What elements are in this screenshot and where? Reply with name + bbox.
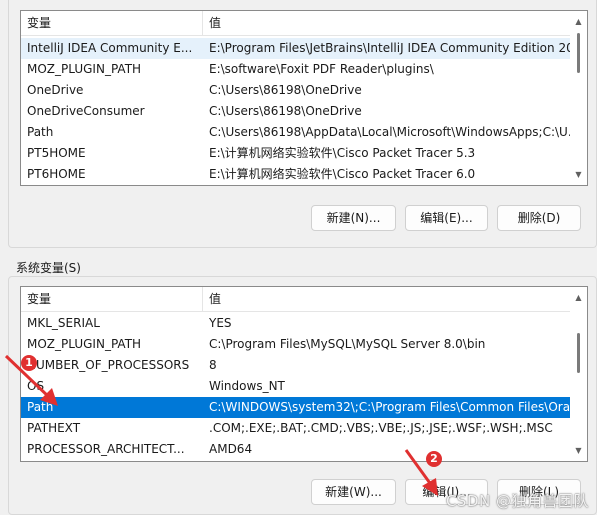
var-name: Path bbox=[27, 125, 54, 139]
var-value: C:\Users\86198\OneDrive bbox=[209, 104, 362, 118]
table-row[interactable]: PT6HOME E:\计算机网络实验软件\Cisco Packet Tracer… bbox=[21, 164, 570, 185]
scroll-down-arrow-icon[interactable]: ▼ bbox=[570, 166, 587, 183]
var-value: AMD64 bbox=[209, 442, 253, 456]
scroll-up-arrow-icon[interactable]: ▲ bbox=[570, 13, 587, 30]
table-row[interactable]: MOZ_PLUGIN_PATH C:\Program Files\MySQL\M… bbox=[21, 334, 570, 355]
var-value: C:\Users\86198\OneDrive bbox=[209, 83, 362, 97]
var-value: YES bbox=[209, 316, 232, 330]
var-value: E:\software\Foxit PDF Reader\plugins\ bbox=[209, 62, 434, 76]
var-name: OneDrive bbox=[27, 83, 84, 97]
table-row-selected[interactable]: Path C:\WINDOWS\system32\;C:\Program Fil… bbox=[21, 397, 570, 418]
var-value: E:\计算机网络实验软件\Cisco Packet Tracer 5.3 bbox=[209, 146, 476, 160]
scrollbar-thumb[interactable] bbox=[577, 333, 580, 373]
system-variables-label: 系统变量(S) bbox=[14, 259, 83, 276]
annotation-marker-1: 1 bbox=[21, 355, 37, 371]
system-new-button[interactable]: 新建(W)... bbox=[311, 479, 396, 505]
var-name: PATHEXT bbox=[27, 421, 81, 435]
watermark: CSDN @独角兽团队 bbox=[445, 492, 589, 510]
var-value: .COM;.EXE;.BAT;.CMD;.VBS;.VBE;.JS;.JSE;.… bbox=[209, 421, 553, 435]
var-name: IntelliJ IDEA Community E... bbox=[27, 41, 193, 55]
annotation-arrow-1-icon bbox=[4, 354, 58, 406]
var-name: OneDriveConsumer bbox=[27, 104, 145, 118]
scroll-up-arrow-icon[interactable]: ▲ bbox=[570, 289, 587, 306]
var-value: C:\Program Files\MySQL\MySQL Server 8.0\… bbox=[209, 337, 486, 351]
table-row[interactable]: MOZ_PLUGIN_PATH E:\software\Foxit PDF Re… bbox=[21, 59, 570, 80]
vertical-scrollbar[interactable]: ▲ ▼ bbox=[570, 11, 587, 185]
scroll-down-arrow-icon[interactable]: ▼ bbox=[570, 442, 587, 459]
table-row[interactable]: PROCESSOR_ARCHITECT... AMD64 bbox=[21, 439, 570, 460]
var-value: C:\WINDOWS\system32\;C:\Program Files\Co… bbox=[209, 400, 570, 414]
table-row[interactable]: NUMBER_OF_PROCESSORS 8 bbox=[21, 355, 570, 376]
table-row[interactable]: OS Windows_NT bbox=[21, 376, 570, 397]
user-delete-button[interactable]: 删除(D) bbox=[497, 205, 581, 231]
var-name: PT6HOME bbox=[27, 167, 86, 181]
annotation-arrow-2-icon bbox=[404, 449, 438, 496]
table-row[interactable]: OneDriveConsumer C:\Users\86198\OneDrive bbox=[21, 101, 570, 122]
table-row[interactable]: OneDrive C:\Users\86198\OneDrive bbox=[21, 80, 570, 101]
var-name: PT5HOME bbox=[27, 146, 86, 160]
column-header-name[interactable]: 变量 bbox=[21, 11, 203, 35]
table-row[interactable]: PT5HOME E:\计算机网络实验软件\Cisco Packet Tracer… bbox=[21, 143, 570, 164]
column-header-name[interactable]: 变量 bbox=[21, 287, 203, 311]
var-value: C:\Users\86198\AppData\Local\Microsoft\W… bbox=[209, 125, 570, 139]
column-header-value[interactable]: 值 bbox=[203, 287, 570, 311]
list-header: 变量 值 bbox=[21, 11, 570, 36]
var-value: E:\计算机网络实验软件\Cisco Packet Tracer 6.0 bbox=[209, 167, 476, 181]
scrollbar-thumb[interactable] bbox=[577, 33, 580, 73]
column-header-value[interactable]: 值 bbox=[203, 11, 570, 35]
user-edit-button[interactable]: 编辑(E)... bbox=[405, 205, 488, 231]
table-row[interactable]: MKL_SERIAL YES bbox=[21, 313, 570, 334]
table-row[interactable]: PATHEXT .COM;.EXE;.BAT;.CMD;.VBS;.VBE;.J… bbox=[21, 418, 570, 439]
system-variables-list[interactable]: 变量 值 MKL_SERIAL YES MOZ_PLUGIN_PATH C:\P… bbox=[20, 286, 588, 462]
var-value: Windows_NT bbox=[209, 379, 285, 393]
user-new-button[interactable]: 新建(N)... bbox=[311, 205, 396, 231]
table-row[interactable]: Path C:\Users\86198\AppData\Local\Micros… bbox=[21, 122, 570, 143]
var-value: E:\Program Files\JetBrains\IntelliJ IDEA… bbox=[209, 41, 570, 55]
var-name: PROCESSOR_ARCHITECT... bbox=[27, 442, 185, 456]
list-header: 变量 值 bbox=[21, 287, 570, 312]
var-name: MOZ_PLUGIN_PATH bbox=[27, 62, 142, 76]
vertical-scrollbar[interactable]: ▲ ▼ bbox=[570, 287, 587, 461]
annotation-marker-2: 2 bbox=[426, 451, 442, 467]
user-variables-list[interactable]: 变量 值 IntelliJ IDEA Community E... E:\Pro… bbox=[20, 10, 588, 186]
table-row[interactable]: IntelliJ IDEA Community E... E:\Program … bbox=[21, 38, 570, 59]
var-value: 8 bbox=[209, 358, 217, 372]
var-name: MKL_SERIAL bbox=[27, 316, 100, 330]
